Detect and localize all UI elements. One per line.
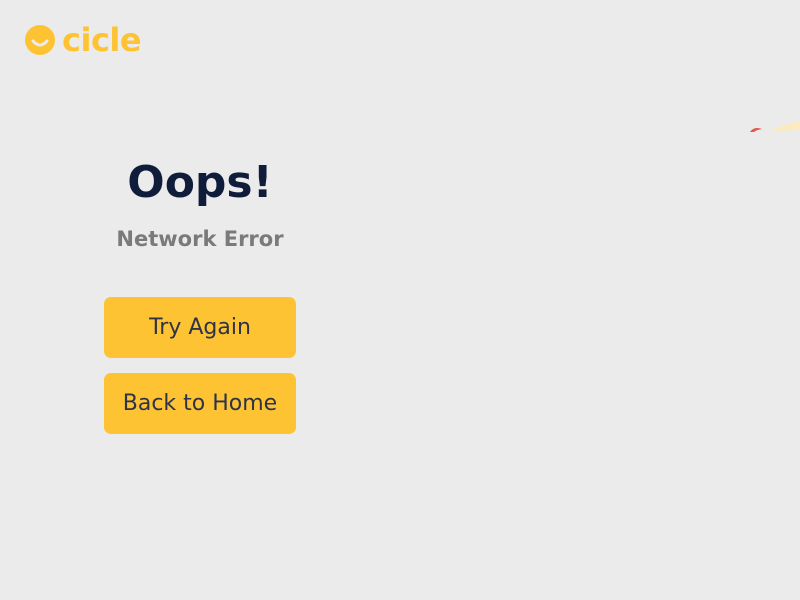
corner-illustration-icon — [750, 121, 800, 132]
brand-logo[interactable]: cicle — [24, 21, 142, 59]
logo-circle — [25, 25, 55, 55]
deco-cream-shape — [770, 121, 800, 131]
back-to-home-button[interactable]: Back to Home — [104, 373, 296, 434]
error-title: Oops! — [127, 157, 273, 208]
deco-red-shape — [750, 128, 762, 132]
try-again-button[interactable]: Try Again — [104, 297, 296, 358]
error-subtitle: Network Error — [116, 227, 284, 251]
error-message-block: Oops! Network Error Try Again Back to Ho… — [100, 150, 300, 434]
smile-circle-icon — [25, 25, 55, 55]
logo-text: cicle — [62, 21, 142, 59]
error-page: cicle Oops! Network Error Try Again Back… — [0, 0, 800, 600]
